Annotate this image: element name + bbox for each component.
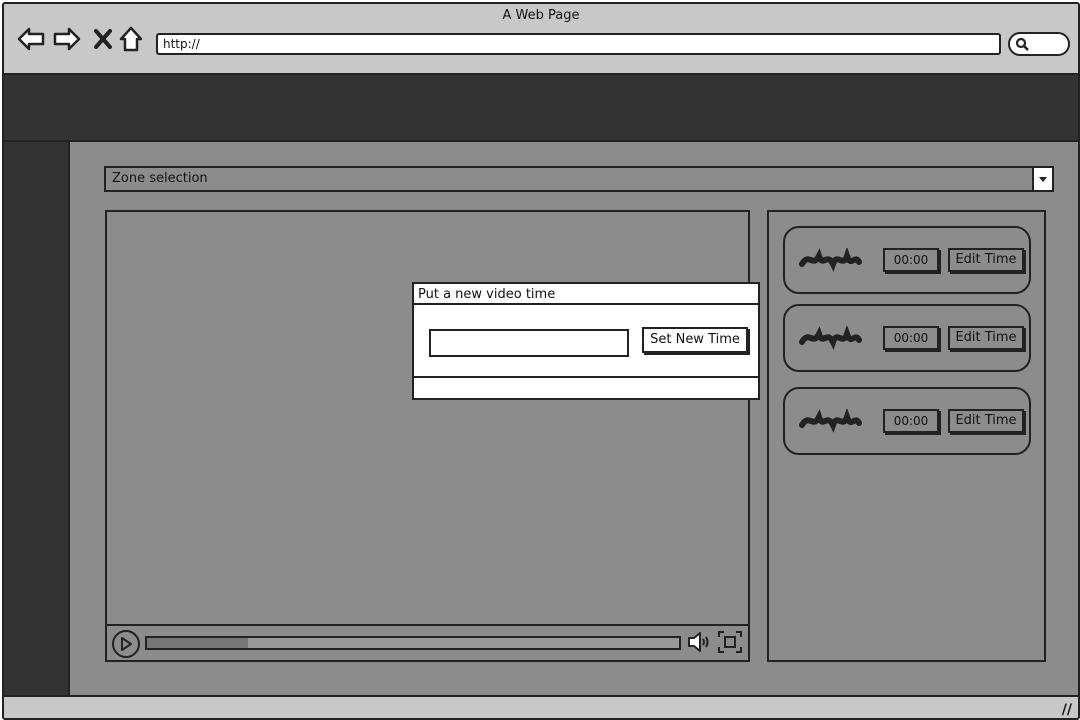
- scribble-placeholder: [799, 326, 862, 350]
- time-entry-card: 00:00 Edit Time: [783, 226, 1031, 294]
- video-controls: [107, 624, 748, 660]
- search-icon: [1015, 37, 1029, 51]
- zone-select-label: Zone selection: [112, 171, 208, 186]
- back-icon[interactable]: [16, 24, 46, 54]
- video-progress-fill: [147, 638, 249, 648]
- time-value: 00:00: [883, 248, 939, 272]
- status-bar: //: [4, 695, 1078, 718]
- time-entry-card: 00:00 Edit Time: [783, 304, 1031, 372]
- video-progress-bar[interactable]: [145, 636, 681, 650]
- zone-select[interactable]: Zone selection: [104, 166, 1054, 192]
- browser-window: A Web Page http:// Zone selection Put a …: [2, 2, 1080, 720]
- set-time-dialog: Put a new video time Set New Time: [412, 282, 760, 400]
- set-new-time-button[interactable]: Set New Time: [642, 327, 748, 353]
- play-icon[interactable]: [112, 630, 140, 658]
- resize-grip-icon[interactable]: //: [1062, 702, 1072, 718]
- main-content: Zone selection Put a new video time Set …: [70, 142, 1078, 695]
- edit-time-button[interactable]: Edit Time: [948, 409, 1024, 433]
- video-player[interactable]: [105, 210, 750, 662]
- time-list-panel: 00:00 Edit Time 00:00 Edit Time 00:00 Ed…: [767, 210, 1046, 662]
- search-field[interactable]: [1008, 32, 1070, 56]
- scribble-placeholder: [799, 248, 862, 272]
- video-time-input[interactable]: [429, 329, 629, 357]
- header-bar: [4, 75, 1078, 142]
- edit-time-button[interactable]: Edit Time: [948, 326, 1024, 350]
- home-icon[interactable]: [116, 24, 146, 54]
- sidebar: [4, 142, 70, 695]
- time-value: 00:00: [883, 409, 939, 433]
- dialog-title: Put a new video time: [414, 284, 758, 305]
- dialog-footer: [414, 376, 758, 378]
- address-bar[interactable]: http://: [156, 33, 1001, 55]
- volume-icon[interactable]: [687, 630, 713, 658]
- fullscreen-icon[interactable]: [717, 630, 743, 658]
- scribble-placeholder: [799, 409, 862, 433]
- forward-icon[interactable]: [52, 24, 82, 54]
- close-icon[interactable]: [88, 24, 118, 54]
- time-value: 00:00: [883, 326, 939, 350]
- browser-toolbar: A Web Page http://: [4, 4, 1078, 75]
- edit-time-button[interactable]: Edit Time: [948, 248, 1024, 272]
- chevron-down-icon[interactable]: [1032, 168, 1052, 190]
- time-entry-card: 00:00 Edit Time: [783, 387, 1031, 455]
- window-title: A Web Page: [502, 8, 580, 23]
